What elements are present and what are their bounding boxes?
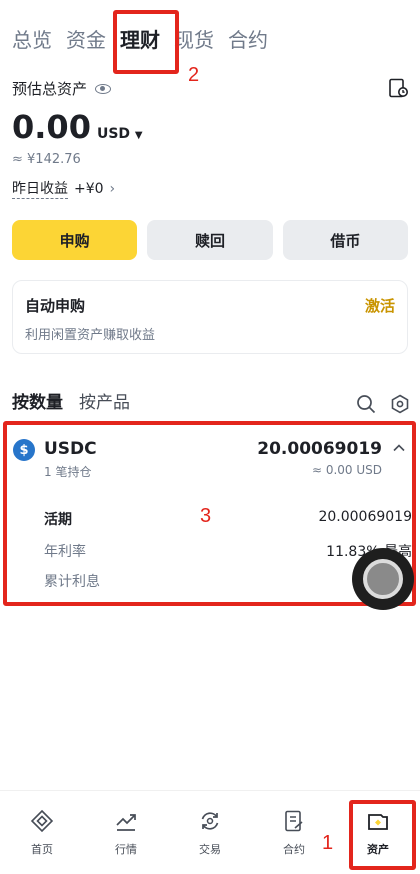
activate-link[interactable]: 激活 — [365, 295, 395, 316]
eye-icon[interactable] — [95, 83, 112, 94]
auto-subscribe-title: 自动申购 — [25, 297, 86, 315]
yesterday-earnings[interactable]: 昨日收益 +¥0 › — [12, 178, 115, 199]
auto-subscribe-subtitle: 利用闲置资产赚取收益 — [25, 328, 156, 343]
futures-doc-icon — [285, 810, 303, 832]
markets-chart-icon — [116, 814, 136, 831]
tab-overview[interactable]: 总览 — [12, 22, 52, 58]
currency-label: USD — [96, 126, 131, 142]
nav-futures-label: 合约 — [283, 843, 305, 856]
nav-trade-label: 交易 — [199, 843, 221, 856]
floating-ring-icon — [363, 559, 403, 599]
home-diamond-icon — [30, 809, 54, 833]
yesterday-earnings-label: 昨日收益 — [12, 178, 68, 199]
redeem-button[interactable]: 赎回 — [147, 220, 273, 260]
borrow-button[interactable]: 借币 — [282, 220, 408, 260]
nav-home-label: 首页 — [31, 843, 53, 856]
annotation-box-assets-nav — [349, 800, 416, 870]
list-view-tabs: 按数量 按产品 — [12, 388, 130, 413]
approx-cny-value: ≈ ¥142.76 — [12, 152, 81, 167]
trade-exchange-icon — [201, 812, 219, 830]
currency-selector[interactable]: USD ▼ — [97, 126, 143, 142]
balance-value: 0.00 — [12, 108, 91, 146]
caret-down-icon: ▼ — [134, 130, 143, 141]
nav-home[interactable]: 首页 — [0, 791, 84, 874]
nav-markets[interactable]: 行情 — [84, 791, 168, 874]
nav-trade[interactable]: 交易 — [168, 791, 252, 874]
tab-by-amount[interactable]: 按数量 — [12, 388, 63, 413]
auto-subscribe-card[interactable]: 自动申购 利用闲置资产赚取收益 激活 — [12, 280, 408, 354]
annotation-number-3: 3 — [200, 505, 212, 527]
tab-by-product[interactable]: 按产品 — [79, 388, 130, 413]
subscribe-button[interactable]: 申购 — [12, 220, 138, 260]
estimated-assets-label: 预估总资产 — [12, 80, 88, 98]
tab-spot[interactable]: 现货 — [174, 22, 214, 58]
settings-hex-icon[interactable] — [390, 394, 410, 414]
annotation-number-1: 1 — [322, 832, 334, 854]
action-buttons: 申购 赎回 借币 — [12, 220, 408, 260]
tab-futures[interactable]: 合约 — [228, 22, 268, 58]
search-icon[interactable] — [356, 394, 376, 414]
tab-funding[interactable]: 资金 — [66, 22, 106, 58]
annotation-box-earn-tab — [113, 10, 179, 74]
floating-assistive-button[interactable] — [352, 548, 414, 610]
yesterday-earnings-value: +¥0 — [74, 180, 104, 197]
annotation-number-2: 2 — [188, 64, 200, 86]
total-balance: 0.00 USD ▼ — [12, 108, 143, 146]
chevron-right-icon: › — [109, 180, 116, 197]
history-doc-icon[interactable] — [388, 78, 408, 98]
nav-markets-label: 行情 — [115, 843, 137, 856]
estimated-assets-row: 预估总资产 — [12, 78, 112, 99]
